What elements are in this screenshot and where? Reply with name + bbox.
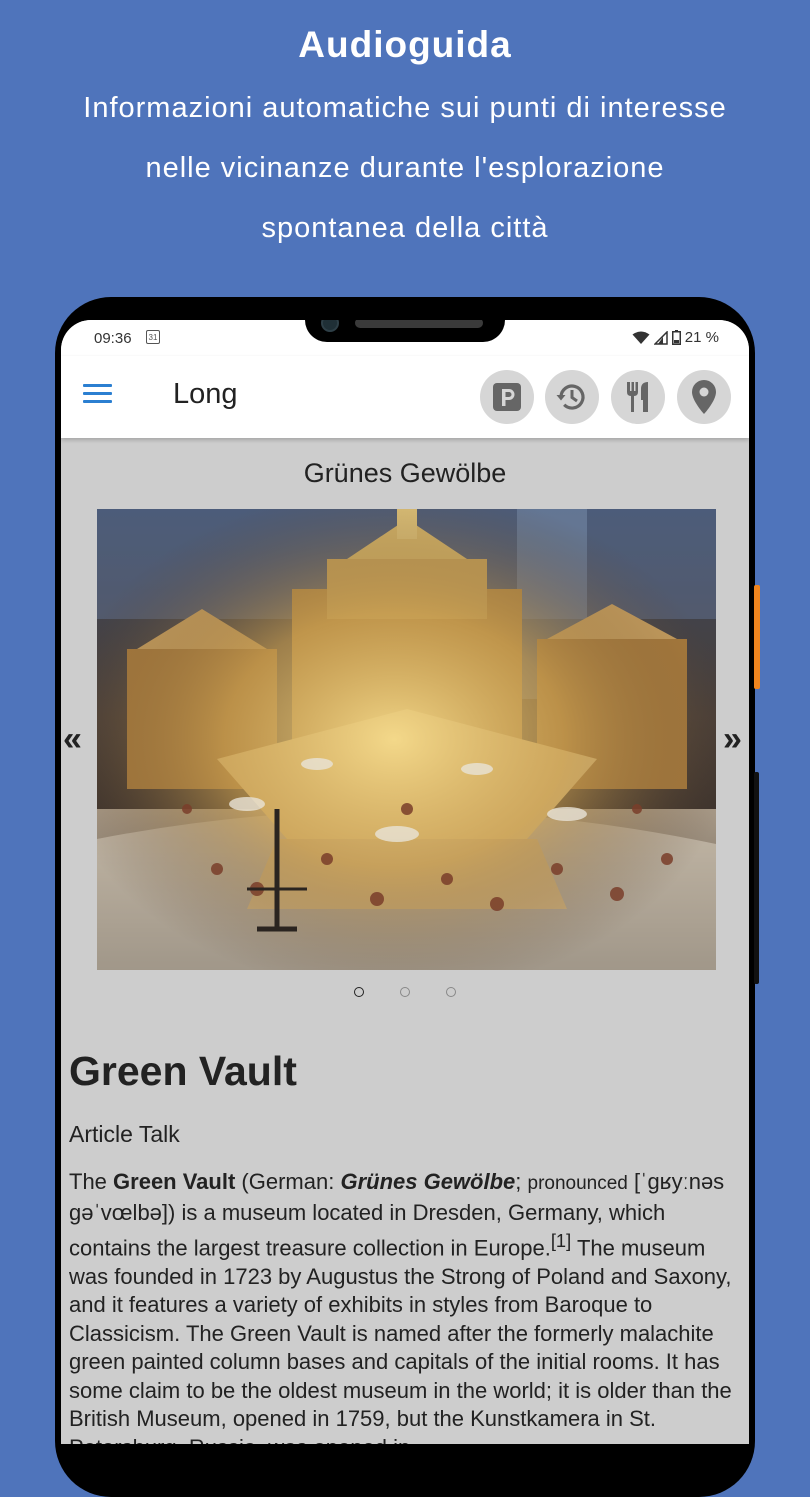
phone-side-button [754,772,759,984]
battery-percent: 21 % [684,329,719,346]
status-time: 09:36 [94,330,132,347]
status-icons: 21 % [632,329,719,346]
hamburger-menu-icon[interactable] [83,384,113,406]
calendar-icon: 31 [146,330,160,344]
battery-icon [671,330,681,345]
history-icon [556,384,585,410]
camera-notch [305,320,505,342]
article-title: Green Vault [69,1048,297,1094]
earpiece-speaker [355,320,483,328]
gallery-dot-3[interactable] [446,987,457,997]
app-bar-title: Long [173,378,238,410]
promo-line-2: nelle vicinanze durante l'esplorazione [145,152,665,184]
promo-line-1: Informazioni automatiche sui punti di in… [83,92,727,124]
promo-title: Audioguida [298,24,512,65]
location-pin-icon [692,380,716,414]
parking-icon [493,383,521,411]
restaurant-button[interactable] [611,370,665,424]
phone-side-accent [754,585,760,689]
article: Green Vault Article Talk The Green Vault… [69,1048,749,1444]
gallery-dot-1[interactable] [353,987,364,997]
history-button[interactable] [545,370,599,424]
place-title: Grünes Gewölbe [303,458,507,488]
article-tabs[interactable]: Article Talk [69,1121,749,1148]
parking-button[interactable] [480,370,534,424]
front-camera [321,320,339,332]
gallery-prev-arrow[interactable]: « [63,720,82,759]
promo-line-3: spontanea della città [261,212,549,244]
gallery-dot-2[interactable] [400,987,410,997]
gallery-photo-image [97,509,716,970]
wifi-icon [632,331,650,344]
restaurant-icon [627,382,648,412]
location-button[interactable] [677,370,731,424]
citation-link[interactable]: [1] [551,1230,571,1251]
gallery-page-indicator [61,984,749,1002]
app-bar: Long [61,356,749,438]
gallery-next-arrow[interactable]: » [723,720,742,759]
article-body: The Green Vault (German: Grünes Gewölbe;… [69,1169,732,1444]
phone-screen: 09:36 31 21 % Long Grünes Gewölbe « » Gr… [61,320,749,1444]
signal-icon [653,330,668,345]
gallery-photo[interactable] [97,509,716,970]
